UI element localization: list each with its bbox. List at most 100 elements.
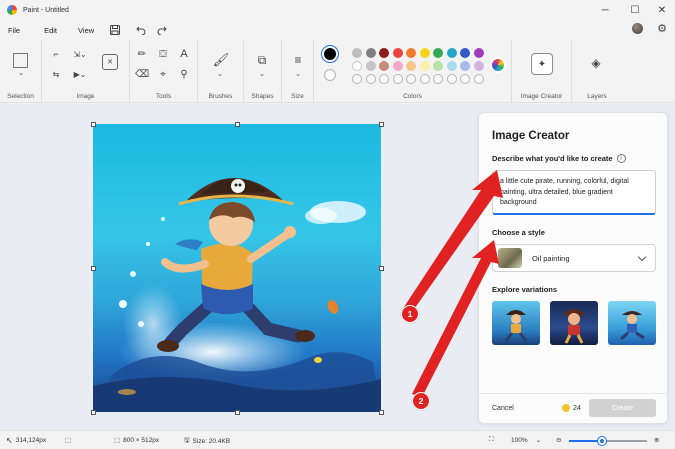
color-swatch[interactable]	[446, 61, 457, 71]
shapes-group-label: Shapes	[251, 93, 274, 100]
variation-thumbnail-2[interactable]	[550, 301, 598, 345]
resize-handle-bottom-right[interactable]	[379, 410, 384, 415]
layers-icon[interactable]: ◈	[588, 55, 604, 71]
drawing-canvas[interactable]	[93, 124, 381, 412]
color-swatch[interactable]	[446, 48, 457, 58]
close-button[interactable]: ✕	[648, 0, 675, 20]
color-picker-icon[interactable]: ⌖	[157, 68, 169, 80]
variation-thumbnail-3[interactable]	[608, 301, 656, 345]
zoom-slider-thumb[interactable]	[597, 437, 606, 445]
chevron-down-icon[interactable]: ⌄	[293, 71, 303, 78]
color-swatch[interactable]	[352, 61, 362, 71]
chevron-down-icon[interactable]: ⌄	[215, 71, 225, 78]
chevron-down-icon[interactable]: ⌄	[16, 70, 26, 77]
menu-view[interactable]: View	[64, 26, 101, 35]
resize-handle-right[interactable]	[379, 266, 384, 271]
chevron-down-icon	[637, 252, 647, 262]
custom-color-slot[interactable]	[433, 74, 443, 84]
custom-color-slot[interactable]	[473, 74, 484, 84]
color-swatch[interactable]	[419, 61, 430, 71]
style-dropdown[interactable]: Oil painting	[492, 244, 656, 272]
prompt-label-text: Describe what you'd like to create	[492, 154, 613, 163]
color-swatch[interactable]	[433, 48, 443, 58]
crop-icon[interactable]: ⌐	[50, 48, 62, 60]
menu-edit[interactable]: Edit	[27, 26, 64, 35]
tools-group: ✏ ⛋ A ⌫ ⌖ ⚲ Tools	[130, 40, 198, 103]
custom-color-slot[interactable]	[406, 74, 416, 84]
magnifier-icon[interactable]: ⚲	[178, 68, 190, 80]
resize-handle-top-right[interactable]	[379, 122, 384, 127]
resize-icon[interactable]: ⇲⌄	[70, 48, 90, 60]
variations-label: Explore variations	[492, 285, 558, 294]
secondary-color-swatch[interactable]	[324, 69, 336, 81]
shapes-icon[interactable]: ⧉	[254, 52, 270, 68]
custom-color-slot[interactable]	[460, 74, 470, 84]
rectangle-select-icon[interactable]	[13, 53, 28, 68]
paint-app-icon	[7, 5, 17, 15]
color-swatch[interactable]	[365, 48, 376, 58]
custom-color-slot[interactable]	[352, 74, 362, 84]
text-icon[interactable]: A	[178, 48, 190, 60]
background-removal-icon[interactable]: ✕	[102, 54, 118, 70]
resize-handle-left[interactable]	[91, 266, 96, 271]
fit-to-window-icon[interactable]: ⛶	[489, 436, 494, 444]
custom-color-slot[interactable]	[379, 74, 389, 84]
resize-handle-top[interactable]	[235, 122, 240, 127]
color-swatch[interactable]	[365, 61, 376, 71]
custom-color-slot[interactable]	[365, 74, 376, 84]
account-avatar[interactable]	[632, 23, 643, 34]
resize-handle-bottom[interactable]	[235, 410, 240, 415]
maximize-button[interactable]: ☐	[621, 0, 649, 20]
zoom-dropdown[interactable]: 100% ⌄	[511, 436, 541, 445]
canvas-size-icon: ⬚	[114, 437, 121, 444]
cursor-icon: ↖	[6, 436, 13, 445]
image-group-label: Image	[76, 93, 95, 100]
color-swatch[interactable]	[473, 61, 484, 71]
zoom-in-icon[interactable]: ⊕	[654, 436, 659, 444]
menu-file[interactable]: File	[0, 26, 27, 35]
custom-color-slot[interactable]	[419, 74, 430, 84]
color-swatch[interactable]	[460, 48, 470, 58]
resize-handle-bottom-left[interactable]	[91, 410, 96, 415]
redo-icon[interactable]	[156, 24, 168, 36]
eraser-icon[interactable]: ⌫	[135, 68, 149, 80]
prompt-input[interactable]: a little cute pirate, running, colorful,…	[492, 170, 656, 215]
cancel-button[interactable]: Cancel	[492, 405, 514, 412]
save-icon[interactable]	[109, 24, 121, 36]
image-creator-panel: Image Creator Describe what you'd like t…	[478, 112, 668, 424]
color-swatch[interactable]	[406, 61, 416, 71]
undo-icon[interactable]	[135, 24, 147, 36]
zoom-out-icon[interactable]: ⊖	[556, 436, 561, 444]
color-swatch[interactable]	[433, 61, 443, 71]
color-swatch[interactable]	[392, 48, 403, 58]
edit-colors-icon[interactable]	[490, 57, 506, 73]
chevron-down-icon[interactable]: ⌄	[257, 71, 267, 78]
color-swatch[interactable]	[406, 48, 416, 58]
primary-color-swatch[interactable]	[322, 46, 338, 62]
variation-thumbnail-1[interactable]	[492, 301, 540, 345]
zoom-slider[interactable]	[569, 437, 647, 445]
color-swatch[interactable]	[379, 48, 389, 58]
color-swatch[interactable]	[473, 48, 484, 58]
create-button[interactable]: Create	[589, 399, 656, 417]
brush-icon[interactable]: 🖌	[213, 50, 230, 70]
resize-handle-top-left[interactable]	[91, 122, 96, 127]
minimize-button[interactable]: ─	[591, 0, 619, 20]
color-swatch[interactable]	[379, 61, 389, 71]
image-creator-group: ✦ Image Creator	[512, 40, 572, 103]
pencil-icon[interactable]: ✏	[136, 48, 148, 60]
color-swatch[interactable]	[460, 61, 470, 71]
rotate-icon[interactable]: ▶⌄	[70, 68, 90, 80]
color-swatch[interactable]	[419, 48, 430, 58]
fill-bucket-icon[interactable]: ⛋	[157, 48, 169, 60]
stroke-size-icon[interactable]: ≡	[290, 52, 306, 68]
color-swatch[interactable]	[392, 61, 403, 71]
file-size-value: Size: 20.4KB	[192, 438, 231, 445]
info-icon[interactable]: i	[616, 154, 626, 163]
settings-gear-icon[interactable]: ⚙	[657, 22, 667, 35]
flip-icon[interactable]: ⇆	[50, 68, 62, 80]
image-creator-icon[interactable]: ✦	[531, 53, 553, 75]
custom-color-slot[interactable]	[446, 74, 457, 84]
custom-color-slot[interactable]	[392, 74, 403, 84]
color-swatch[interactable]	[352, 48, 362, 58]
